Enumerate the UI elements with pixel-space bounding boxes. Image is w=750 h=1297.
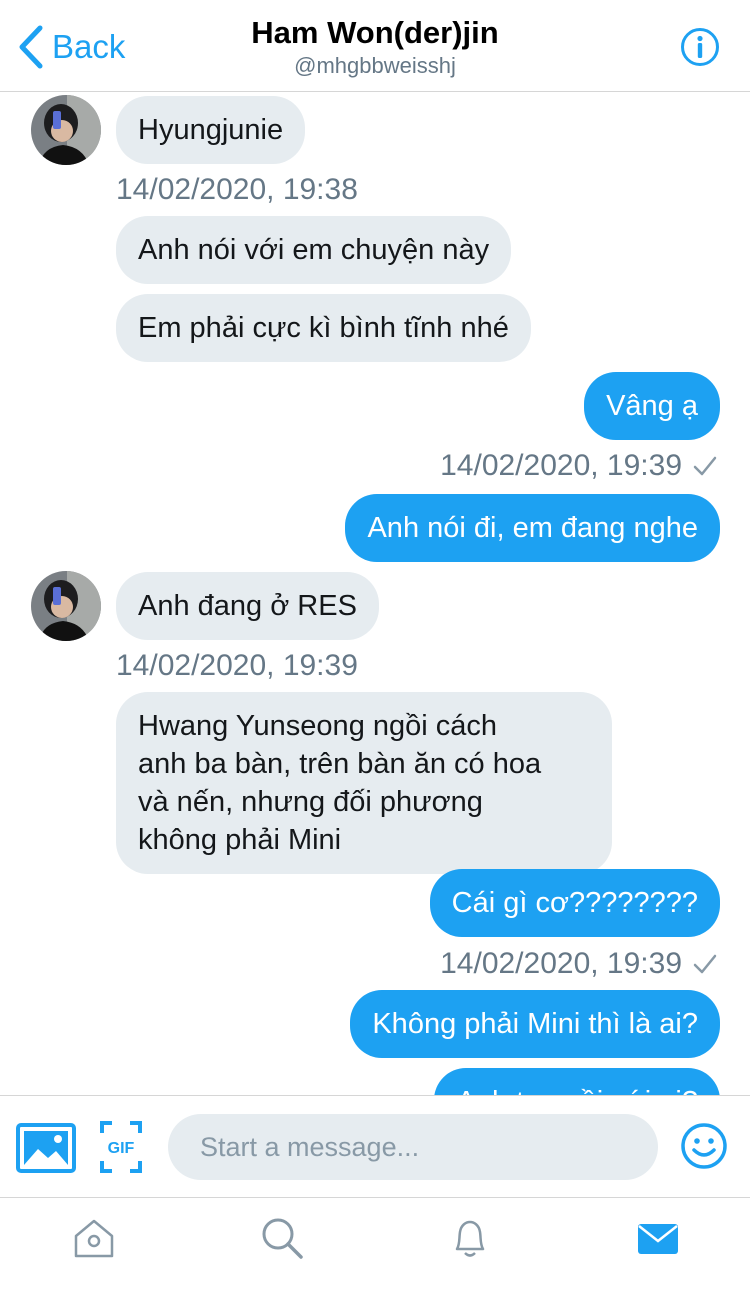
message-timestamp: 14/02/2020, 19:38	[116, 173, 358, 206]
conversation-title: Ham Won(der)jin	[251, 15, 499, 50]
chevron-left-icon	[19, 25, 43, 69]
received-message[interactable]: Hyungjunie	[116, 96, 306, 164]
avatar-photo	[31, 95, 101, 165]
sent-message[interactable]: Cái gì cơ????????	[429, 869, 720, 937]
gif-label: GIF	[108, 1140, 135, 1157]
home-icon[interactable]	[72, 1216, 116, 1260]
messages-icon[interactable]	[636, 1216, 680, 1260]
sent-message[interactable]: Không phải Mini thì là ai?	[350, 990, 720, 1058]
search-icon[interactable]	[260, 1216, 304, 1260]
message-composer: GIF	[0, 1095, 750, 1197]
back-label: Back	[52, 28, 126, 65]
received-message[interactable]: Em phải cực kì bình tĩnh nhé	[116, 294, 531, 362]
message-timestamp: 14/02/2020, 19:39	[440, 446, 718, 486]
avatar[interactable]	[31, 95, 101, 165]
checkmark-icon	[693, 954, 717, 974]
sent-message[interactable]: Anh ta ngồi với ai?	[434, 1068, 720, 1095]
timestamp-text: 14/02/2020, 19:39	[440, 449, 682, 482]
notifications-icon[interactable]	[448, 1216, 492, 1260]
avatar-photo	[31, 571, 101, 641]
info-icon[interactable]	[680, 27, 720, 67]
received-message[interactable]: Anh đang ở RES	[116, 572, 379, 640]
conversation-title-block: Ham Won(der)jin @mhgbbweisshj	[150, 14, 600, 80]
avatar[interactable]	[31, 571, 101, 641]
received-message[interactable]: Hwang Yunseong ngồi cách anh ba bàn, trê…	[116, 692, 612, 874]
image-icon[interactable]	[16, 1123, 76, 1173]
conversation-handle: @mhgbbweisshj	[294, 53, 456, 78]
gif-button[interactable]: GIF	[100, 1121, 142, 1173]
timestamp-text: 14/02/2020, 19:39	[440, 947, 682, 980]
sent-message[interactable]: Vâng ạ	[584, 372, 720, 440]
message-timestamp: 14/02/2020, 19:39	[440, 944, 718, 984]
emoji-icon[interactable]	[680, 1122, 728, 1170]
message-timestamp: 14/02/2020, 19:39	[116, 649, 358, 682]
back-button[interactable]: Back	[18, 24, 125, 70]
message-thread[interactable]: Hyungjunie 14/02/2020, 19:38 Anh nói với…	[0, 92, 750, 1095]
conversation-header: Back Ham Won(der)jin @mhgbbweisshj	[0, 0, 750, 92]
gif-icon: GIF	[100, 1121, 142, 1173]
checkmark-icon	[693, 456, 717, 476]
bottom-tab-bar	[0, 1197, 750, 1297]
sent-message[interactable]: Anh nói đi, em đang nghe	[345, 494, 720, 562]
received-message[interactable]: Anh nói với em chuyện này	[116, 216, 512, 284]
message-input[interactable]	[168, 1114, 658, 1180]
